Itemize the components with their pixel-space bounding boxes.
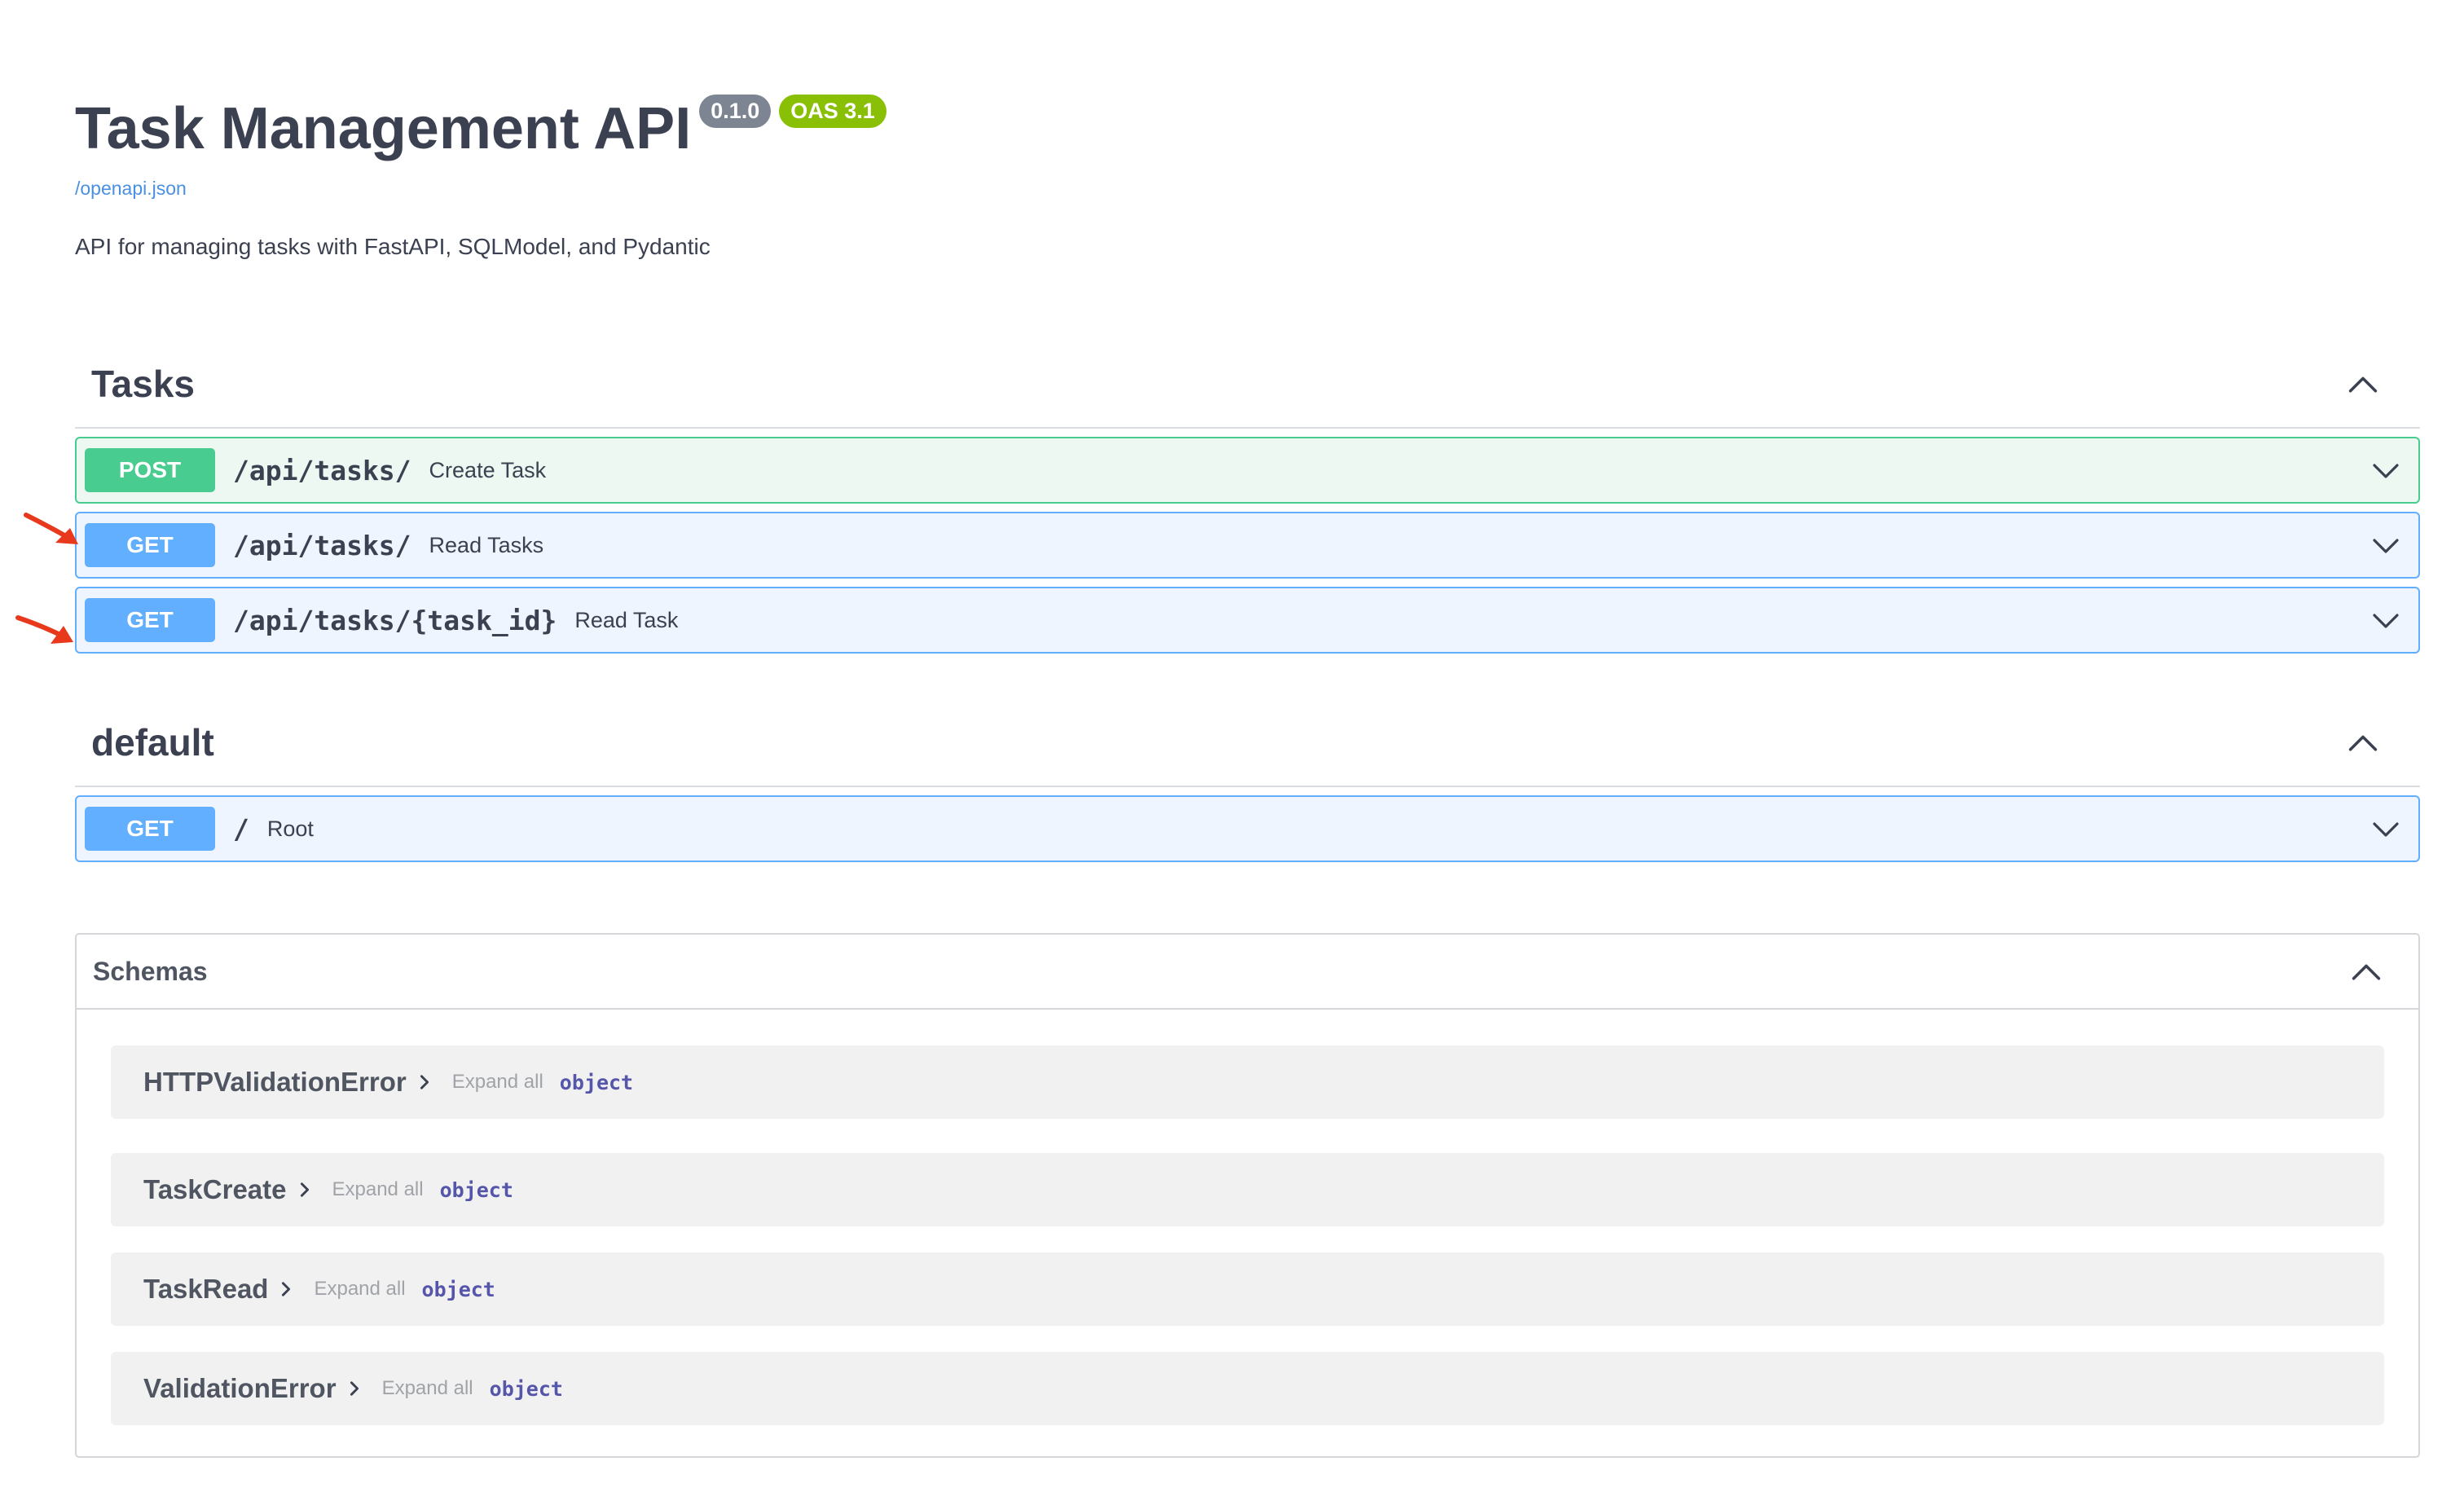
chevron-right-icon[interactable] [295,1180,315,1199]
operation-path: / [233,812,249,845]
operation-summary: Read Tasks [429,532,544,557]
red-arrow-icon [24,512,90,552]
expand-all-link[interactable]: Expand all [314,1278,405,1301]
model-row-taskread[interactable]: TaskRead Expand all object [111,1252,2384,1326]
model-type: object [489,1376,563,1401]
model-name: ValidationError [143,1373,337,1403]
method-badge: POST [85,448,215,492]
model-name: TaskRead [143,1274,269,1304]
schemas-title: Schemas [93,956,208,986]
operation-get-root[interactable]: GET / Root [75,795,2420,862]
chevron-down-icon[interactable] [2369,812,2402,845]
red-arrow-icon [15,613,81,654]
operation-get-read-tasks[interactable]: GET /api/tasks/ Read Tasks [75,512,2420,579]
chevron-up-icon[interactable] [2348,953,2384,989]
operation-summary: Root [266,816,314,841]
chevron-right-icon[interactable] [276,1279,296,1299]
tag-name: default [91,721,214,764]
model-type: object [439,1177,513,1202]
chevron-right-icon[interactable] [345,1379,364,1398]
openapi-json-link[interactable]: /openapi.json [75,178,2420,200]
page-title: Task Management API [75,96,692,161]
chevron-down-icon[interactable] [2369,454,2402,486]
chevron-up-icon[interactable] [2345,366,2381,402]
title-row: Task Management API 0.1.0 OAS 3.1 [75,85,2420,173]
chevron-up-icon[interactable] [2345,724,2381,760]
tag-header-default[interactable]: default [75,699,2420,787]
chevron-down-icon[interactable] [2369,529,2402,561]
operation-path: /api/tasks/ [233,454,411,486]
model-type: object [421,1277,495,1301]
tag-header-tasks[interactable]: Tasks [75,341,2420,429]
tag-name: Tasks [91,363,196,405]
method-badge: GET [85,523,215,567]
operation-summary: Create Task [429,457,547,482]
expand-all-link[interactable]: Expand all [382,1377,473,1400]
tag-section-default: default GET / Root [75,699,2420,862]
operation-summary: Read Task [574,607,679,632]
chevron-down-icon[interactable] [2369,604,2402,636]
schemas-section: Schemas HTTPValidationError Expand all o… [75,933,2420,1458]
tag-section-tasks: Tasks POST /api/tasks/ Create Task GET /… [75,341,2420,654]
operation-get-read-task[interactable]: GET /api/tasks/{task_id} Read Task [75,587,2420,654]
chevron-right-icon[interactable] [415,1072,434,1092]
api-info: Task Management API 0.1.0 OAS 3.1 /opena… [75,85,2420,260]
model-row-taskcreate[interactable]: TaskCreate Expand all object [111,1153,2384,1226]
operation-post-create-task[interactable]: POST /api/tasks/ Create Task [75,437,2420,504]
model-row-validationerror[interactable]: ValidationError Expand all object [111,1352,2384,1425]
model-row-httpvalidationerror[interactable]: HTTPValidationError Expand all object [111,1045,2384,1119]
expand-all-link[interactable]: Expand all [452,1071,543,1094]
model-name: HTTPValidationError [143,1067,407,1097]
api-description: API for managing tasks with FastAPI, SQL… [75,234,711,259]
oas-badge: OAS 3.1 [779,95,887,128]
operation-path: /api/tasks/{task_id} [233,604,557,636]
method-badge: GET [85,598,215,642]
model-type: object [559,1070,634,1094]
schemas-header[interactable]: Schemas [77,935,2418,1010]
model-name: TaskCreate [143,1174,287,1204]
expand-all-link[interactable]: Expand all [332,1178,424,1201]
version-badge: 0.1.0 [699,95,772,128]
operation-path: /api/tasks/ [233,529,411,561]
method-badge: GET [85,807,215,851]
